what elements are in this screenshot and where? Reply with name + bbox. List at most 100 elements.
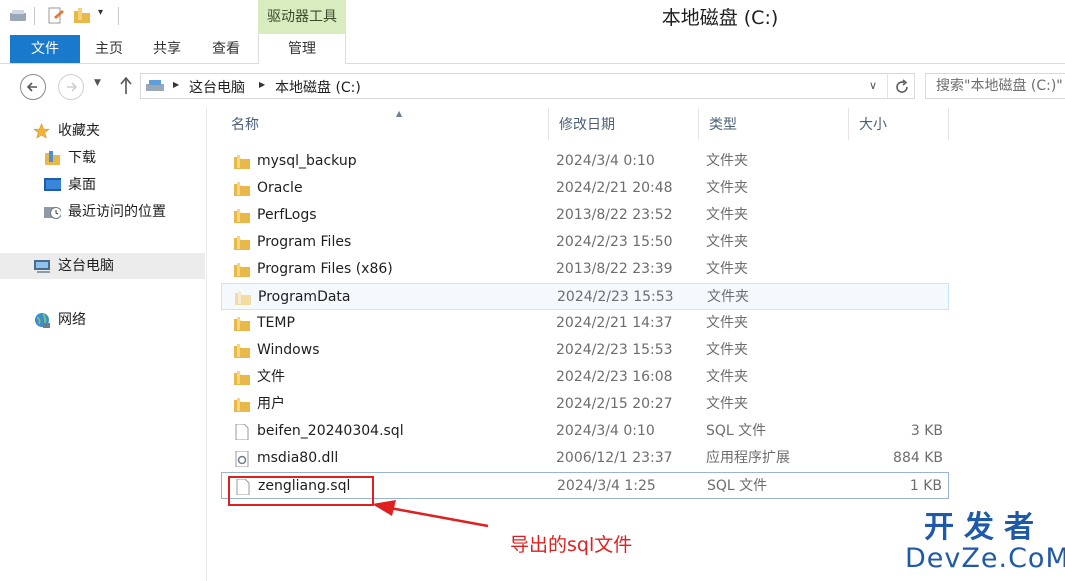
customize-toolbar-dropdown-icon[interactable]: ▾ — [98, 7, 103, 25]
file-name: 文件 — [257, 369, 285, 385]
file-modified-date: 2024/3/4 0:10 — [556, 423, 655, 439]
file-modified-date: 2024/2/21 20:48 — [556, 180, 673, 196]
arrow-left-icon — [26, 82, 37, 92]
explorer-window: ▾ 驱动器工具 本地磁盘 (C:) 文件 主页 共享 查看 管理 ▼ ▶ 这台电… — [0, 0, 1065, 581]
desktop-icon — [44, 178, 61, 191]
file-row[interactable]: Windows 2024/2/23 15:53 文件夹 — [221, 337, 949, 364]
address-divider — [887, 74, 888, 98]
nav-recent-places-label: 最近访问的位置 — [68, 204, 166, 220]
nav-downloads-label: 下载 — [68, 150, 96, 166]
file-row[interactable]: Oracle 2024/2/21 20:48 文件夹 — [221, 175, 949, 202]
file-modified-date: 2024/2/15 20:27 — [556, 396, 673, 412]
file-row[interactable]: Program Files 2024/2/23 15:50 文件夹 — [221, 229, 949, 256]
folder-icon — [234, 182, 250, 196]
new-file-icon[interactable] — [46, 7, 66, 25]
file-type: 文件夹 — [706, 396, 748, 412]
toolbar-separator — [118, 7, 119, 25]
file-modified-date: 2024/2/23 16:08 — [556, 369, 673, 385]
address-row: ▼ ▶ 这台电脑 ▶ 本地磁盘 (C:) ∨ 搜索"本地磁盘 (C:)" — [0, 64, 1065, 108]
recent-locations-dropdown-icon[interactable]: ▼ — [94, 78, 101, 88]
file-row[interactable]: 文件 2024/2/23 16:08 文件夹 — [221, 364, 949, 391]
file-size: 884 KB — [893, 450, 943, 466]
breadcrumb-chevron-icon: ▶ — [259, 80, 266, 89]
tab-share[interactable]: 共享 — [140, 34, 194, 64]
search-input[interactable]: 搜索"本地磁盘 (C:)" — [925, 73, 1065, 99]
navigation-pane: 收藏夹 下载 桌面 最近访问的位置 这台电脑 网络 — [0, 108, 207, 581]
file-type: SQL 文件 — [707, 478, 768, 494]
nav-desktop[interactable]: 桌面 — [0, 172, 96, 198]
tab-home[interactable]: 主页 — [82, 34, 136, 64]
watermark-line-2: DevZe.CoM — [905, 543, 1065, 574]
file-modified-date: 2024/2/23 15:50 — [556, 234, 673, 250]
watermark-line-1: 开发者 — [924, 510, 1044, 545]
nav-network-label: 网络 — [58, 312, 86, 328]
file-list-header: ▲ 名称 修改日期 类型 大小 — [221, 108, 949, 140]
address-bar[interactable]: ▶ 这台电脑 ▶ 本地磁盘 (C:) ∨ — [140, 73, 915, 99]
column-header-size[interactable]: 大小 — [849, 108, 949, 140]
file-row[interactable]: 用户 2024/2/15 20:27 文件夹 — [221, 391, 949, 418]
annotation-arrow-icon — [372, 500, 489, 528]
back-button[interactable] — [20, 74, 46, 100]
file-modified-date: 2024/2/23 15:53 — [556, 342, 673, 358]
file-row[interactable]: msdia80.dll 2006/12/1 23:37 应用程序扩展 884 KB — [221, 445, 949, 472]
new-folder-icon[interactable] — [72, 7, 92, 25]
network-globe-icon — [35, 313, 50, 328]
tab-manage[interactable]: 管理 — [258, 34, 346, 64]
column-header-name[interactable]: 名称 — [221, 108, 549, 140]
folder-icon — [235, 291, 251, 305]
tab-file[interactable]: 文件 — [10, 35, 80, 63]
file-type: 文件夹 — [706, 207, 748, 223]
file-name: 用户 — [257, 396, 285, 412]
file-type: 文件夹 — [706, 153, 748, 169]
nav-desktop-label: 桌面 — [68, 177, 96, 193]
file-type: 文件夹 — [706, 261, 748, 277]
nav-this-pc[interactable]: 这台电脑 — [0, 253, 205, 279]
properties-icon[interactable] — [8, 7, 30, 25]
file-name: Program Files — [257, 234, 352, 250]
file-row[interactable]: PerfLogs 2013/8/22 23:52 文件夹 — [221, 202, 949, 229]
up-button[interactable] — [116, 74, 136, 100]
window-title: 本地磁盘 (C:) — [661, 7, 779, 29]
recent-places-icon — [44, 207, 61, 219]
folder-icon — [234, 209, 250, 223]
column-header-modified[interactable]: 修改日期 — [549, 108, 699, 140]
nav-favorites-label: 收藏夹 — [58, 123, 100, 139]
title-bar: ▾ 驱动器工具 本地磁盘 (C:) — [0, 0, 1065, 34]
refresh-icon[interactable] — [893, 78, 911, 96]
breadcrumb-this-pc[interactable]: 这台电脑 — [189, 77, 245, 97]
arrow-right-icon — [67, 82, 78, 92]
file-type: 文件夹 — [706, 234, 748, 250]
file-row[interactable]: beifen_20240304.sql 2024/3/4 0:10 SQL 文件 3 … — [221, 418, 949, 445]
dll-file-icon — [235, 451, 249, 467]
computer-icon — [34, 260, 50, 273]
file-modified-date: 2024/3/4 1:25 — [557, 478, 656, 494]
file-modified-date: 2024/2/21 14:37 — [556, 315, 673, 331]
file-size: 1 KB — [909, 478, 942, 494]
file-row[interactable]: mysql_backup 2024/3/4 0:10 文件夹 — [221, 148, 949, 175]
file-modified-date: 2024/3/4 0:10 — [556, 153, 655, 169]
file-row[interactable]: TEMP 2024/2/21 14:37 文件夹 — [221, 310, 949, 337]
folder-icon — [234, 155, 250, 169]
downloads-folder-icon — [45, 151, 60, 165]
ribbon-tabs: 文件 主页 共享 查看 管理 — [0, 34, 1065, 64]
folder-icon — [234, 236, 250, 250]
file-name: ProgramData — [258, 289, 351, 305]
nav-downloads[interactable]: 下载 — [0, 145, 96, 171]
file-modified-date: 2013/8/22 23:52 — [556, 207, 673, 223]
file-type: 应用程序扩展 — [706, 450, 790, 466]
address-dropdown-icon[interactable]: ∨ — [869, 79, 877, 92]
folder-icon — [234, 263, 250, 277]
file-type: 文件夹 — [706, 369, 748, 385]
nav-network[interactable]: 网络 — [0, 307, 86, 333]
file-type: 文件夹 — [706, 180, 748, 196]
file-row[interactable]: ProgramData 2024/2/23 15:53 文件夹 — [221, 283, 949, 310]
file-modified-date: 2024/2/23 15:53 — [557, 289, 674, 305]
forward-button[interactable] — [58, 74, 84, 100]
column-header-type[interactable]: 类型 — [699, 108, 849, 140]
file-row[interactable]: Program Files (x86) 2013/8/22 23:39 文件夹 — [221, 256, 949, 283]
breadcrumb-local-disk[interactable]: 本地磁盘 (C:) — [275, 77, 361, 97]
nav-favorites[interactable]: 收藏夹 — [0, 118, 100, 144]
nav-recent-places[interactable]: 最近访问的位置 — [0, 199, 166, 225]
star-icon — [33, 123, 50, 139]
tab-view[interactable]: 查看 — [198, 34, 254, 64]
